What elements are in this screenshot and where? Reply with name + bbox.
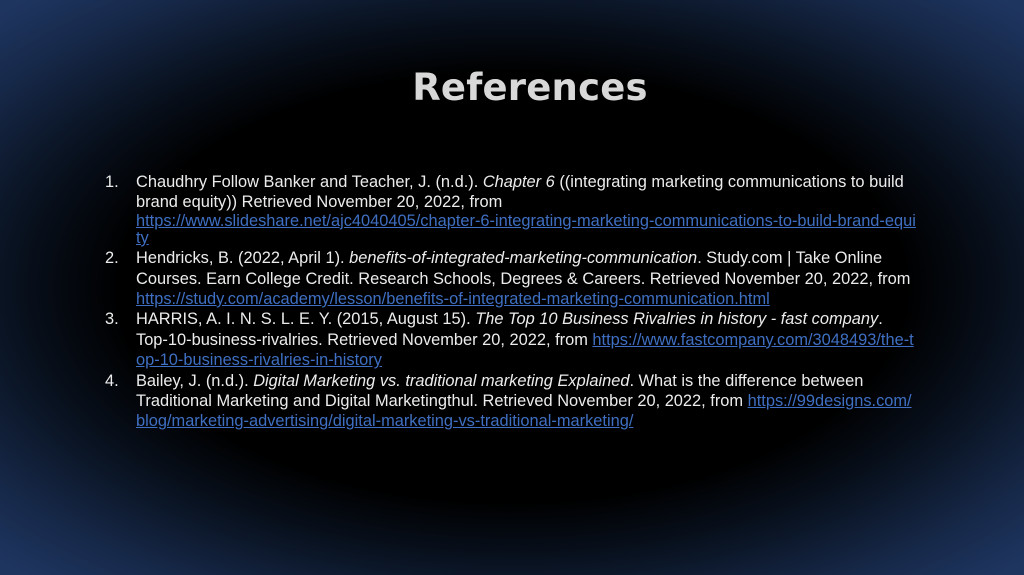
reference-title: benefits-of-integrated-marketing-communi… xyxy=(349,249,698,268)
reference-text: HARRIS, A. I. N. S. L. E. Y. (2015, Augu… xyxy=(136,310,476,329)
reference-number: 1. xyxy=(105,173,119,191)
reference-link[interactable]: https://www.slideshare.net/ajc4040405/ch… xyxy=(136,212,917,247)
reference-item-2: 2. Hendricks, B. (2022, April 1). benefi… xyxy=(105,248,917,309)
reference-number: 2. xyxy=(105,249,119,268)
reference-number: 4. xyxy=(105,371,119,390)
reference-item-3: 3. HARRIS, A. I. N. S. L. E. Y. (2015, A… xyxy=(105,309,917,370)
reference-title: The Top 10 Business Rivalries in history… xyxy=(475,310,879,329)
reference-title: Chapter 6 xyxy=(482,173,555,191)
reference-item-4: 4. Bailey, J. (n.d.). Digital Marketing … xyxy=(105,371,917,432)
reference-text: Bailey, J. (n.d.). xyxy=(136,371,254,390)
reference-text: Hendricks, B. (2022, April 1). xyxy=(136,249,350,268)
reference-text: Chaudhry Follow Banker and Teacher, J. (… xyxy=(136,173,483,191)
slide-title: References xyxy=(412,66,648,109)
reference-title: Digital Marketing vs. traditional market… xyxy=(253,371,630,390)
references-list: 1. Chaudhry Follow Banker and Teacher, J… xyxy=(105,172,917,432)
reference-link[interactable]: https://study.com/academy/lesson/benefit… xyxy=(136,290,770,308)
reference-item-1: 1. Chaudhry Follow Banker and Teacher, J… xyxy=(105,172,917,248)
reference-number: 3. xyxy=(105,310,119,329)
